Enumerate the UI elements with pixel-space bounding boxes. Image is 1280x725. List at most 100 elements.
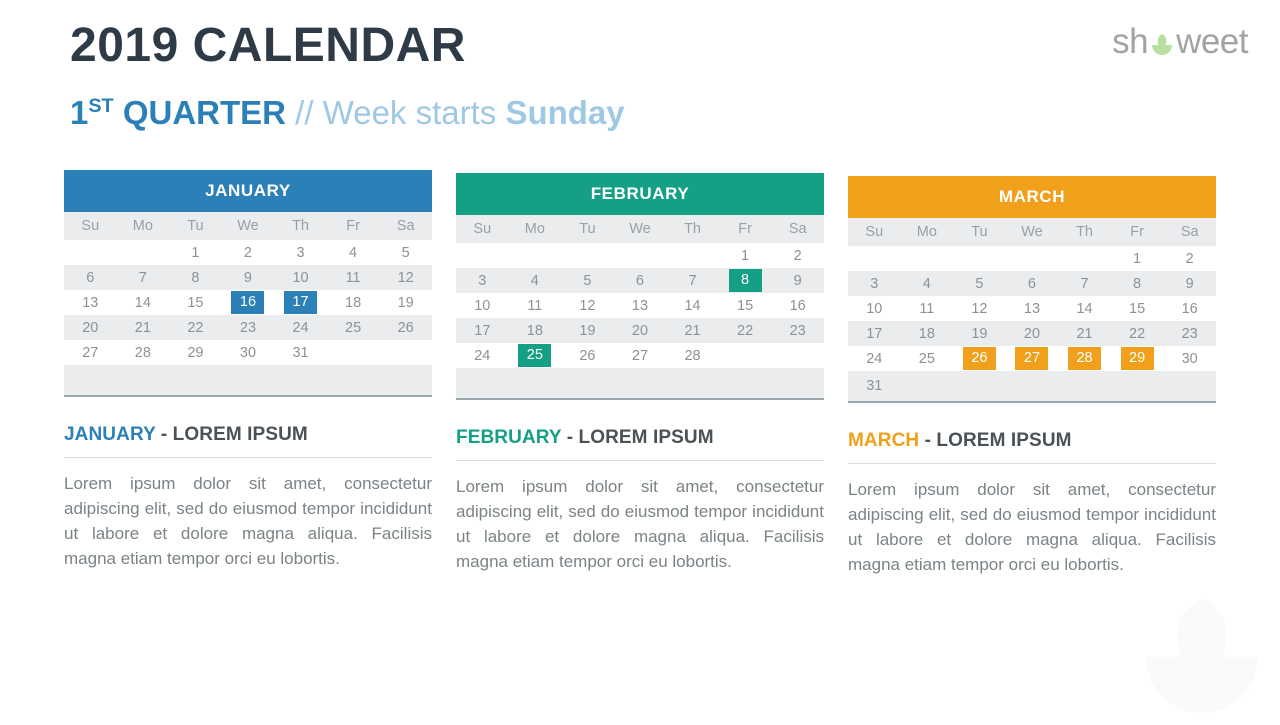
calendar-day-5[interactable]: 5	[379, 240, 432, 265]
calendar-day-25[interactable]: 25	[326, 315, 380, 340]
calendar-day-19[interactable]: 19	[953, 321, 1006, 346]
calendar-day-31[interactable]: 31	[274, 340, 327, 365]
calendar-day-23[interactable]: 23	[771, 318, 824, 343]
calendar-day-26[interactable]: 26	[561, 343, 614, 368]
calendar-day-17[interactable]: 17	[456, 318, 509, 343]
calendar-day-26[interactable]: 26	[379, 315, 432, 340]
calendar-day-13[interactable]: 13	[614, 293, 667, 318]
calendar-day-14[interactable]: 14	[117, 290, 170, 315]
calendar-day-19[interactable]: 19	[561, 318, 614, 343]
calendar-day-18[interactable]: 18	[508, 318, 562, 343]
calendar-day-10[interactable]: 10	[848, 296, 901, 321]
calendar-day-5[interactable]: 5	[953, 271, 1006, 296]
calendar-day-6[interactable]: 6	[64, 265, 117, 290]
calendar-day-25[interactable]: 25	[901, 346, 954, 371]
calendar-day-27[interactable]: 27	[614, 343, 667, 368]
calendar-day-10[interactable]: 10	[456, 293, 509, 318]
calendar-day-5[interactable]: 5	[561, 268, 614, 293]
highlighted-day[interactable]: 17	[284, 291, 318, 314]
calendar-day-7[interactable]: 7	[116, 265, 170, 290]
calendar-day-24[interactable]: 24	[456, 343, 509, 368]
calendar-day-21[interactable]: 21	[116, 315, 170, 340]
calendar-day-3[interactable]: 3	[848, 271, 901, 296]
calendar-day-1[interactable]: 1	[719, 243, 772, 268]
calendar-day-11[interactable]: 11	[326, 265, 380, 290]
calendar-day-16[interactable]: 16	[1163, 296, 1216, 321]
calendar-day-18[interactable]: 18	[327, 290, 380, 315]
calendar-day-6[interactable]: 6	[613, 268, 667, 293]
calendar-day-7[interactable]: 7	[1058, 271, 1111, 296]
calendar-day-9[interactable]: 9	[1163, 271, 1216, 296]
calendar-day-4[interactable]: 4	[327, 240, 380, 265]
calendar-day-2[interactable]: 2	[222, 240, 275, 265]
calendar-day-29[interactable]: 29	[169, 340, 222, 365]
calendar-day-14[interactable]: 14	[1058, 296, 1111, 321]
calendar-day-30[interactable]: 30	[1163, 346, 1216, 371]
calendar-day-10[interactable]: 10	[274, 265, 327, 290]
calendar-day-24[interactable]: 24	[848, 346, 901, 371]
calendar-day-15[interactable]: 15	[169, 290, 222, 315]
calendar-day-14[interactable]: 14	[666, 293, 719, 318]
calendar-day-12[interactable]: 12	[379, 265, 432, 290]
calendar-day-22[interactable]: 22	[718, 318, 772, 343]
calendar-day-30[interactable]: 30	[222, 340, 275, 365]
calendar-day-26[interactable]: 26	[953, 346, 1006, 371]
calendar-day-20[interactable]: 20	[1005, 321, 1059, 346]
calendar-day-2[interactable]: 2	[771, 243, 824, 268]
calendar-day-3[interactable]: 3	[456, 268, 509, 293]
calendar-day-25[interactable]: 25	[509, 343, 562, 368]
calendar-day-23[interactable]: 23	[221, 315, 275, 340]
calendar-day-21[interactable]: 21	[666, 318, 719, 343]
calendar-day-28[interactable]: 28	[666, 343, 719, 368]
highlighted-day[interactable]: 8	[728, 269, 762, 292]
calendar-day-17[interactable]: 17	[848, 321, 901, 346]
calendar-day-4[interactable]: 4	[508, 268, 562, 293]
calendar-day-15[interactable]: 15	[719, 293, 772, 318]
calendar-day-23[interactable]: 23	[1163, 321, 1216, 346]
calendar-day-11[interactable]: 11	[901, 296, 954, 321]
highlighted-day[interactable]: 29	[1120, 347, 1154, 370]
calendar-grid-january[interactable]: Su Mo Tu We Th Fr Sa 1 2 3 4 5 6 7 8 9 10 11 12 13 14 15 16 17 1…	[64, 212, 432, 397]
calendar-day-20[interactable]: 20	[64, 315, 117, 340]
calendar-day-28[interactable]: 28	[117, 340, 170, 365]
calendar-grid-february[interactable]: Su Mo Tu We Th Fr Sa 1 2 3 4 5 6 7 8 9 10 11 12 13 14 15 16 17 1…	[456, 215, 824, 400]
calendar-day-8[interactable]: 8	[1110, 271, 1164, 296]
calendar-day-8[interactable]: 8	[718, 268, 772, 293]
calendar-day-20[interactable]: 20	[613, 318, 667, 343]
calendar-day-13[interactable]: 13	[1006, 296, 1059, 321]
calendar-day-22[interactable]: 22	[169, 315, 222, 340]
calendar-day-17[interactable]: 17	[274, 290, 327, 315]
calendar-day-6[interactable]: 6	[1005, 271, 1059, 296]
calendar-day-19[interactable]: 19	[379, 290, 432, 315]
calendar-day-11[interactable]: 11	[509, 293, 562, 318]
calendar-day-9[interactable]: 9	[771, 268, 824, 293]
calendar-day-9[interactable]: 9	[221, 265, 275, 290]
highlighted-day[interactable]: 27	[1015, 347, 1049, 370]
highlighted-day[interactable]: 16	[231, 291, 265, 314]
calendar-day-2[interactable]: 2	[1163, 246, 1216, 271]
calendar-day-31[interactable]: 31	[848, 371, 901, 402]
calendar-day-12[interactable]: 12	[953, 296, 1006, 321]
calendar-day-18[interactable]: 18	[900, 321, 954, 346]
calendar-day-8[interactable]: 8	[169, 265, 222, 290]
calendar-day-28[interactable]: 28	[1058, 346, 1111, 371]
highlighted-day[interactable]: 28	[1068, 347, 1102, 370]
calendar-day-12[interactable]: 12	[561, 293, 614, 318]
highlighted-day[interactable]: 26	[962, 347, 996, 370]
calendar-day-15[interactable]: 15	[1111, 296, 1164, 321]
calendar-day-22[interactable]: 22	[1110, 321, 1164, 346]
calendar-day-1[interactable]: 1	[1111, 246, 1164, 271]
calendar-day-16[interactable]: 16	[771, 293, 824, 318]
calendar-day-29[interactable]: 29	[1111, 346, 1164, 371]
calendar-day-21[interactable]: 21	[1058, 321, 1111, 346]
calendar-day-3[interactable]: 3	[274, 240, 327, 265]
highlighted-day[interactable]: 25	[518, 344, 552, 367]
calendar-day-1[interactable]: 1	[169, 240, 222, 265]
calendar-day-13[interactable]: 13	[64, 290, 117, 315]
calendar-day-27[interactable]: 27	[64, 340, 117, 365]
calendar-day-16[interactable]: 16	[222, 290, 275, 315]
calendar-day-24[interactable]: 24	[274, 315, 327, 340]
calendar-day-27[interactable]: 27	[1006, 346, 1059, 371]
calendar-day-4[interactable]: 4	[900, 271, 954, 296]
calendar-grid-march[interactable]: Su Mo Tu We Th Fr Sa 1 2 3 4 5 6 7 8 9 10 11 12 13 14 15 16 17 1…	[848, 218, 1216, 403]
